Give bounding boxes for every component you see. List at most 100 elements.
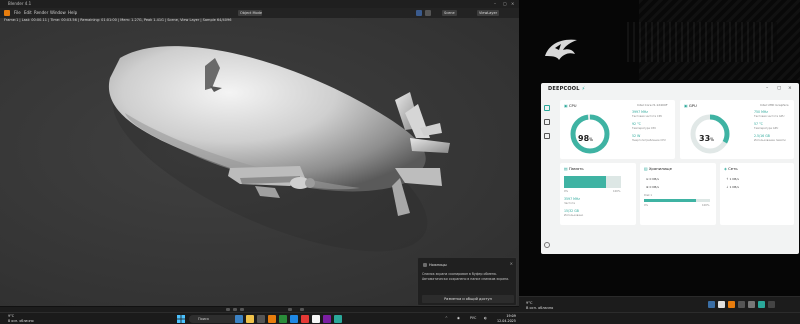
scene-icon[interactable] bbox=[425, 10, 431, 16]
task-view-icon[interactable] bbox=[235, 315, 243, 323]
markup-and-share-button[interactable]: Разметка и общий доступ bbox=[422, 295, 514, 303]
disk-usage-bar bbox=[644, 199, 710, 202]
cpu-power: 52 W bbox=[632, 134, 641, 138]
network-title: ◈ Сеть bbox=[724, 166, 738, 171]
gpu-temperature: 57 °C bbox=[754, 122, 763, 126]
cpu-power-label: Энергопотребление CPU bbox=[632, 139, 666, 142]
skip-end-button[interactable] bbox=[240, 308, 244, 311]
deepcool-taskbar-icon[interactable] bbox=[758, 301, 765, 308]
notification-app-name: Ножницы bbox=[429, 263, 447, 267]
notification-close-button[interactable]: × bbox=[510, 261, 513, 266]
menu-file[interactable]: File bbox=[14, 10, 21, 15]
cpu-load-readout: 98% bbox=[578, 134, 593, 143]
taskbar-app-icon[interactable] bbox=[748, 301, 755, 308]
memory-used: 15/32 GB bbox=[564, 209, 579, 213]
gpu-frequency-label: Тактовая частота GPU bbox=[754, 115, 785, 118]
memory-range-min: 0% bbox=[564, 190, 569, 193]
taskbar-app-icon[interactable] bbox=[708, 301, 715, 308]
disk-usage-fill bbox=[644, 199, 697, 202]
memory-usage-fill bbox=[564, 176, 607, 188]
tray-app-icon[interactable]: ◉ bbox=[457, 316, 460, 320]
memory-card: ▤ Память 0% 100% 3597 MHz Частота 15/32 … bbox=[560, 163, 636, 225]
memory-speed: 3597 MHz bbox=[564, 197, 580, 201]
devices-nav-icon[interactable] bbox=[544, 133, 550, 139]
network-card: ◈ Сеть ↑ 1 KB/s ↓ 1 KB/s bbox=[720, 163, 794, 225]
cpu-title: ▣ CPU bbox=[564, 103, 577, 108]
storage-disk-label: Disk 1 bbox=[644, 194, 653, 197]
storage-read-speed: ⊖ 0 KB/s bbox=[646, 177, 659, 181]
windows-start-icon[interactable] bbox=[177, 315, 185, 323]
deepcool-taskbar-icon[interactable] bbox=[334, 315, 342, 323]
minimize-button[interactable]: – bbox=[766, 86, 768, 91]
cpu-temperature-label: Температура CPU bbox=[632, 127, 657, 130]
taskbar-app-icon[interactable] bbox=[738, 301, 745, 308]
language-indicator[interactable]: РУС bbox=[470, 316, 476, 320]
deepcool-sidebar bbox=[541, 97, 553, 254]
play-reverse-button[interactable] bbox=[226, 308, 230, 311]
secondary-taskbar: 9°C В осн. облачно bbox=[519, 296, 800, 312]
dashboard-nav-icon[interactable] bbox=[544, 105, 550, 111]
gpu-card: ▣ GPU Intel UHD Graphics 33% 750 MHz Так… bbox=[680, 100, 794, 159]
disk-range-max: 100% bbox=[702, 204, 710, 207]
menu-help[interactable]: Help bbox=[68, 10, 77, 15]
blender-header: File Edit Render Window Help Object Mode… bbox=[0, 8, 519, 18]
scene-selector[interactable]: Scene bbox=[442, 10, 457, 16]
brand-part-a: DEEP bbox=[548, 86, 564, 92]
system-clock[interactable]: 19:09 12.04.2025 bbox=[497, 314, 516, 323]
gpu-load-readout: 33% bbox=[699, 134, 714, 143]
blender-taskbar-icon[interactable] bbox=[268, 315, 276, 323]
menu-edit[interactable]: Edit bbox=[24, 10, 32, 15]
maximize-button[interactable]: ▢ bbox=[503, 1, 507, 6]
memory-used-label: Использовано bbox=[564, 214, 584, 217]
taskbar-app-icon[interactable] bbox=[279, 315, 287, 323]
cpu-card: ▣ CPU Intel Core i5-12400F 98% 3997 MHz … bbox=[560, 100, 675, 159]
gpu-frequency: 750 MHz bbox=[754, 110, 768, 114]
taskbar-app-icon[interactable] bbox=[768, 301, 775, 308]
notification-toast[interactable]: Ножницы × Снимок экрана скопирован в буф… bbox=[417, 257, 517, 306]
taskbar-app-icon[interactable] bbox=[301, 315, 309, 323]
weather-widget[interactable]: 9°C В осн. облачно bbox=[526, 301, 553, 310]
menu-window[interactable]: Window bbox=[50, 10, 66, 15]
edge-browser-icon[interactable] bbox=[290, 315, 298, 323]
wallpaper-text-pattern bbox=[627, 22, 777, 62]
frame-start-field[interactable] bbox=[288, 308, 292, 311]
mode-selector[interactable]: Object Mode bbox=[238, 10, 262, 16]
weather-widget[interactable]: 9°C В осн. облачно bbox=[8, 314, 34, 323]
workspace-icon[interactable] bbox=[416, 10, 422, 16]
network-volume-icon[interactable]: ◐ bbox=[484, 316, 487, 320]
notification-text: Снимок экрана скопирован в буфер обмена.… bbox=[422, 272, 510, 281]
gpu-memory: 2.5/16 GB bbox=[754, 134, 770, 138]
storage-title: ▥ Хранилище bbox=[644, 166, 672, 171]
taskbar-app-icon[interactable] bbox=[257, 315, 265, 323]
cpu-temperature: 92 °C bbox=[632, 122, 641, 126]
brand-part-b: COOL bbox=[563, 86, 580, 92]
frame-end-field[interactable] bbox=[300, 308, 304, 311]
gpu-temperature-label: Температура GPU bbox=[754, 127, 779, 130]
gpu-model: Intel UHD Graphics bbox=[760, 103, 789, 107]
storage-card: ▥ Хранилище ⊖ 0 KB/s ⊕ 0 KB/s Disk 1 0% … bbox=[640, 163, 716, 225]
msi-dragon-logo-icon bbox=[545, 39, 577, 60]
close-button[interactable]: × bbox=[511, 1, 514, 6]
blender-logo-icon[interactable] bbox=[4, 10, 10, 16]
taskbar-app-icon[interactable] bbox=[718, 301, 725, 308]
tray-overflow-icon[interactable]: ^ bbox=[445, 316, 448, 320]
monitor-nav-icon[interactable] bbox=[544, 119, 550, 125]
taskbar-app-icon[interactable] bbox=[312, 315, 320, 323]
file-explorer-icon[interactable] bbox=[246, 315, 254, 323]
minimize-button[interactable]: – bbox=[494, 1, 496, 6]
close-button[interactable]: × bbox=[788, 86, 792, 91]
view-layer-selector[interactable]: ViewLayer bbox=[477, 10, 500, 16]
taskbar-app-icon[interactable] bbox=[323, 315, 331, 323]
memory-speed-label: Частота bbox=[564, 202, 575, 205]
desktop-screen: Blender 4.1 – ▢ × File Edit Render Windo… bbox=[0, 0, 800, 324]
settings-gear-icon[interactable] bbox=[544, 242, 550, 248]
second-desktop: DEEPCOOL ⚡ – ▢ × ▣ CPU Intel Core i5-124… bbox=[519, 0, 800, 312]
network-download-speed: ↓ 1 KB/s bbox=[726, 185, 739, 189]
play-button[interactable] bbox=[233, 308, 237, 311]
cpu-frequency-label: Тактовая частота CPU bbox=[632, 115, 663, 118]
disk-range-min: 0% bbox=[644, 204, 649, 207]
maximize-button[interactable]: ▢ bbox=[777, 86, 781, 91]
blender-taskbar-icon[interactable] bbox=[728, 301, 735, 308]
deepcool-header: DEEPCOOL ⚡ – ▢ × bbox=[541, 83, 799, 95]
menu-render[interactable]: Render bbox=[34, 10, 48, 15]
